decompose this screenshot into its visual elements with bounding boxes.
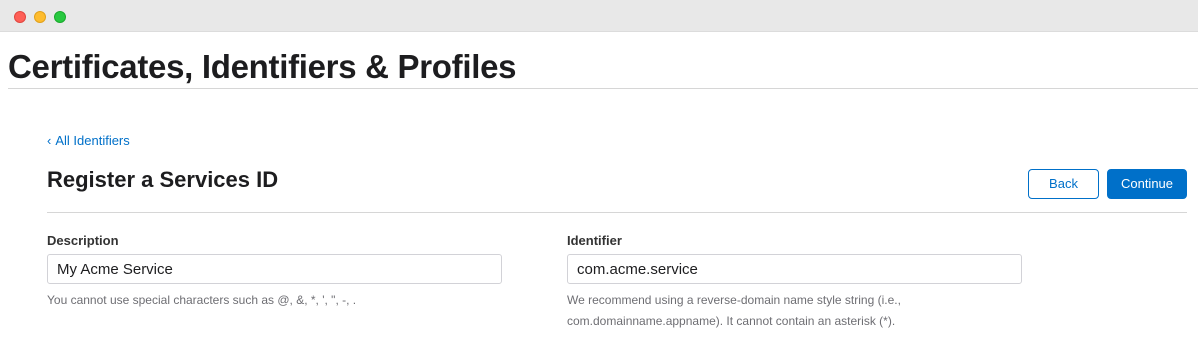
- section-divider: [47, 212, 1187, 213]
- identifier-input[interactable]: [567, 254, 1022, 284]
- all-identifiers-label: All Identifiers: [55, 133, 130, 148]
- window-zoom-button[interactable]: [54, 11, 66, 23]
- header-divider: [8, 88, 1198, 89]
- continue-button[interactable]: Continue: [1107, 169, 1187, 199]
- window-title-bar: [0, 0, 1198, 32]
- page-title: Certificates, Identifiers & Profiles: [8, 48, 517, 85]
- description-label: Description: [47, 233, 119, 248]
- browser-window: Certificates, Identifiers & Profiles ‹ Al…: [0, 0, 1198, 363]
- identifier-label: Identifier: [567, 233, 622, 248]
- all-identifiers-link[interactable]: ‹ All Identifiers: [47, 133, 130, 149]
- identifier-help-text: We recommend using a reverse-domain name…: [567, 293, 901, 328]
- window-minimize-button[interactable]: [34, 11, 46, 23]
- chevron-left-icon: ‹: [47, 133, 52, 148]
- description-input[interactable]: [47, 254, 502, 284]
- section-title: Register a Services ID: [47, 167, 279, 192]
- description-help-text: You cannot use special characters such a…: [47, 293, 357, 307]
- back-button[interactable]: Back: [1028, 169, 1099, 199]
- window-close-button[interactable]: [14, 11, 26, 23]
